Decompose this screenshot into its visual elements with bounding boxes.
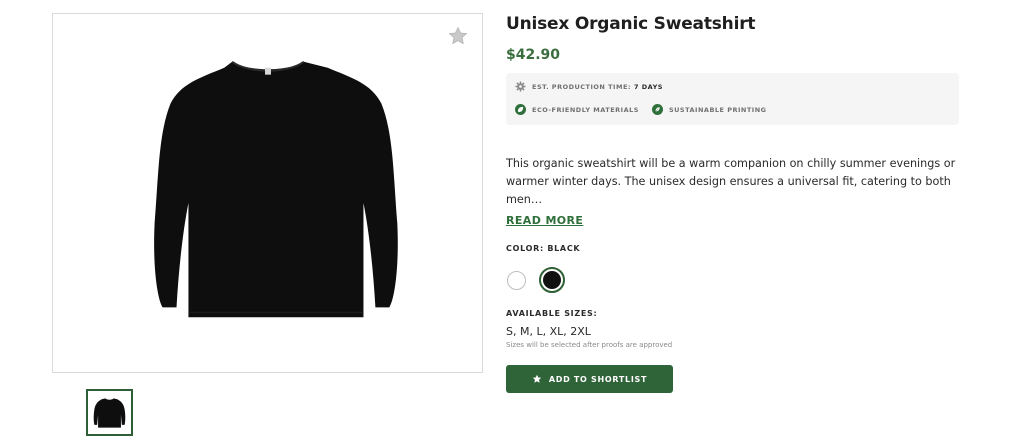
production-time-label: EST. PRODUCTION TIME:: [532, 82, 631, 91]
product-thumbnail[interactable]: [86, 389, 133, 436]
sizes-label: AVAILABLE SIZES:: [506, 309, 598, 318]
product-price: $42.90: [506, 47, 561, 63]
leaf-icon: [651, 104, 663, 115]
product-image-frame: [52, 13, 483, 373]
production-time-value: 7 DAYS: [633, 82, 663, 91]
product-details: Unisex Organic Sweatshirt $42.90 EST. PR…: [506, 12, 966, 393]
production-time-row: EST. PRODUCTION TIME: 7 DAYS: [515, 81, 663, 92]
sizes-value: S, M, L, XL, 2XL: [506, 325, 591, 338]
eco-leaf-icon: [515, 104, 526, 115]
color-swatch-black-fill: [543, 271, 561, 289]
feature-label: SUSTAINABLE PRINTING: [668, 105, 767, 114]
add-to-shortlist-label: ADD TO SHORTLIST: [548, 374, 648, 384]
production-info-box: EST. PRODUCTION TIME: 7 DAYS ECO-FRIENDL…: [506, 73, 959, 125]
color-swatch-white[interactable]: [507, 270, 526, 290]
star-icon: [532, 374, 542, 383]
color-swatches: [506, 267, 966, 293]
color-swatch-black-selected[interactable]: [539, 267, 565, 293]
product-description: This organic sweatshirt will be a warm c…: [506, 157, 956, 206]
add-to-shortlist-button[interactable]: ADD TO SHORTLIST: [506, 365, 673, 393]
feature-sustainable-printing: SUSTAINABLE PRINTING: [651, 104, 767, 115]
read-more-link[interactable]: READ MORE: [506, 213, 583, 229]
feature-label: ECO-FRIENDLY MATERIALS: [532, 105, 639, 114]
features-row: ECO-FRIENDLY MATERIALS SUSTAINABLE PRINT…: [515, 104, 780, 115]
gear-icon: [515, 81, 526, 92]
sizes-note: Sizes will be selected after proofs are …: [506, 341, 673, 349]
product-image-sweatshirt: [154, 60, 398, 318]
thumbnail-sweatshirt-image: [93, 398, 126, 428]
favorite-star-icon[interactable]: [448, 26, 468, 46]
color-label: COLOR: BLACK: [506, 244, 581, 253]
feature-eco-friendly: ECO-FRIENDLY MATERIALS: [515, 104, 639, 115]
product-title: Unisex Organic Sweatshirt: [506, 14, 756, 34]
